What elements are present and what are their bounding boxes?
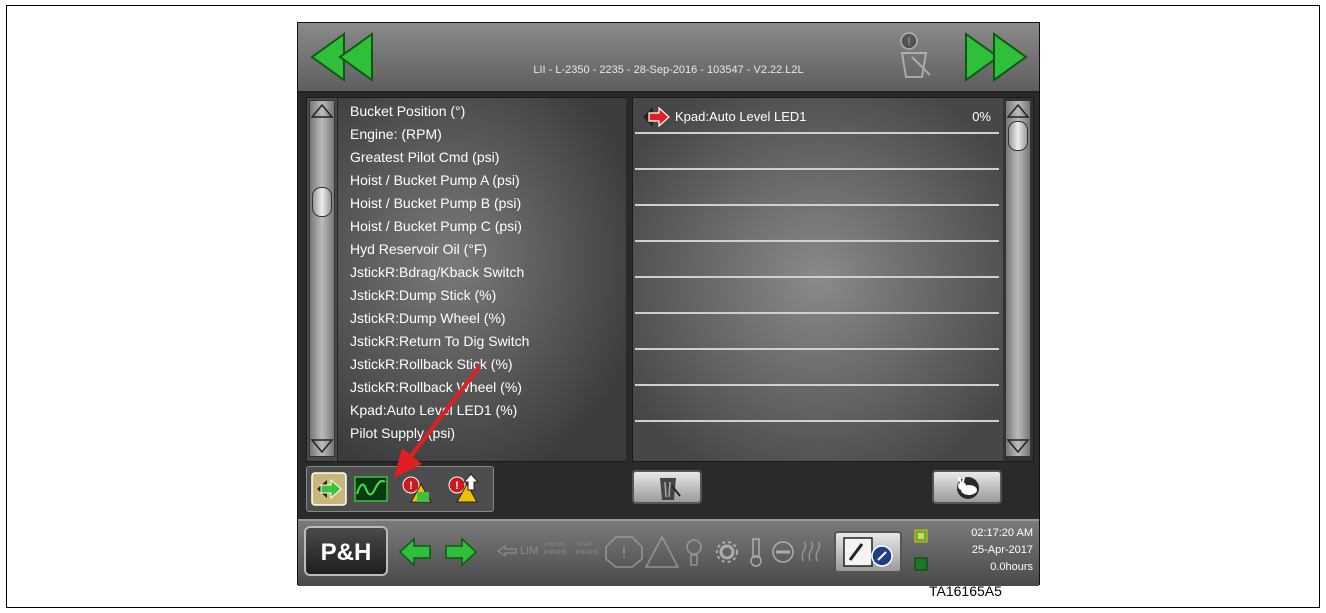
- stop-engine-indicator: STOP ENGINE: [576, 542, 600, 556]
- scroll-down-arrow-icon[interactable]: [1006, 438, 1030, 454]
- next-page-arrow-icon[interactable]: [960, 30, 1030, 84]
- header-bar: LII - L-2350 - 2235 - 28-Sep-2016 - 1035…: [298, 23, 1039, 93]
- list-item[interactable]: JstickR:Dump Wheel (%): [350, 308, 506, 328]
- row-value: 0%: [972, 109, 991, 124]
- clock-date: 25-Apr-2017: [971, 544, 1033, 556]
- svg-text:!: !: [455, 480, 459, 492]
- selected-signals-table: Kpad:Auto Level LED1 0%: [633, 98, 1003, 461]
- display-screen: LII - L-2350 - 2235 - 28-Sep-2016 - 1035…: [297, 22, 1040, 586]
- list-item[interactable]: JstickR:Rollback Stick (%): [350, 354, 513, 374]
- selected-list-scrollbar[interactable]: [1005, 100, 1031, 457]
- datetime-display: 02:17:20 AM 25-Apr-2017 0.0hours: [923, 525, 1033, 576]
- list-item[interactable]: Bucket Position (°): [350, 101, 465, 121]
- list-item[interactable]: Hoist / Bucket Pump A (psi): [350, 170, 520, 190]
- table-row[interactable]: [635, 172, 999, 206]
- rabbit-icon: [957, 476, 979, 499]
- right-arrow-icon[interactable]: [444, 537, 478, 567]
- list-item[interactable]: Hoist / Bucket Pump B (psi): [350, 193, 521, 213]
- left-arrow-icon[interactable]: [398, 537, 432, 567]
- gear-icon: [716, 541, 738, 563]
- table-row[interactable]: [635, 280, 999, 314]
- heater-icon: [801, 541, 821, 562]
- table-row[interactable]: Kpad:Auto Level LED1 0%: [635, 100, 999, 134]
- svg-text:!: !: [907, 36, 910, 48]
- temperature-icon: [750, 538, 762, 567]
- select-signal-icon[interactable]: [311, 472, 347, 506]
- signal-list-panel: Bucket Position (°) Engine: (RPM) Greate…: [306, 97, 626, 462]
- row-label: Kpad:Auto Level LED1: [675, 109, 807, 124]
- list-item[interactable]: Kpad:Auto Level LED1 (%): [350, 400, 517, 420]
- table-row[interactable]: [635, 388, 999, 422]
- list-item[interactable]: JstickR:Rollback Wheel (%): [350, 377, 522, 397]
- status-bar: P&H LIM CHECK ENGINE STOP ENGINE ! 02:17…: [298, 519, 1039, 586]
- scroll-up-arrow-icon[interactable]: [310, 103, 334, 119]
- trash-icon: [660, 478, 681, 500]
- scroll-down-arrow-icon[interactable]: [310, 438, 334, 454]
- scroll-thumb[interactable]: [1008, 121, 1028, 151]
- clear-selection-button[interactable]: [632, 470, 702, 504]
- fault-warning-icon[interactable]: !: [399, 472, 435, 506]
- warning-triangle-icon: [644, 535, 680, 568]
- selected-arrow-icon: [643, 106, 670, 128]
- table-row[interactable]: [635, 352, 999, 386]
- signal-list-scrollbar[interactable]: [309, 100, 335, 457]
- table-row[interactable]: [635, 424, 999, 458]
- fault-upload-icon[interactable]: !: [445, 472, 481, 506]
- lim-indicator: LIM: [520, 545, 539, 557]
- list-item[interactable]: JstickR:Bdrag/Kback Switch: [350, 262, 524, 282]
- oil-pressure-icon: [772, 541, 794, 563]
- speed-button[interactable]: [932, 470, 1002, 504]
- table-row[interactable]: [635, 244, 999, 278]
- list-item[interactable]: Greatest Pilot Cmd (psi): [350, 147, 499, 167]
- clock-time: 02:17:20 AM: [971, 527, 1033, 539]
- check-engine-indicator: CHECK ENGINE: [544, 542, 568, 556]
- trash-alert-icon[interactable]: !: [894, 31, 938, 79]
- list-item[interactable]: JstickR:Return To Dig Switch: [350, 331, 529, 351]
- svg-text:!: !: [409, 480, 413, 492]
- view-mode-toolbar: ! !: [306, 466, 494, 512]
- list-item[interactable]: Pilot Supply (psi): [350, 423, 455, 443]
- list-item[interactable]: Hyd Reservoir Oil (°F): [350, 239, 487, 259]
- scroll-up-arrow-icon[interactable]: [1006, 103, 1030, 119]
- table-row[interactable]: [635, 208, 999, 242]
- settings-button[interactable]: [834, 531, 902, 573]
- table-row[interactable]: [635, 136, 999, 170]
- signal-list: Bucket Position (°) Engine: (RPM) Greate…: [337, 98, 626, 461]
- figure-label: TA16165A5: [929, 583, 1002, 599]
- waveform-icon[interactable]: [353, 472, 389, 506]
- engine-hours: 0.0hours: [990, 561, 1033, 573]
- turn-signal-icon: [497, 545, 517, 557]
- light-icon: [686, 539, 702, 566]
- list-item[interactable]: Hoist / Bucket Pump C (psi): [350, 216, 522, 236]
- wrench-settings-icon: [843, 537, 893, 567]
- list-item[interactable]: JstickR:Dump Stick (%): [350, 285, 496, 305]
- scroll-thumb[interactable]: [312, 187, 332, 217]
- stop-octagon-icon: !: [605, 536, 643, 568]
- ph-logo: P&H: [304, 526, 388, 576]
- selected-signals-panel: Kpad:Auto Level LED1 0%: [632, 97, 1034, 462]
- svg-text:!: !: [622, 545, 626, 562]
- table-row[interactable]: [635, 316, 999, 350]
- list-item[interactable]: Engine: (RPM): [350, 124, 442, 144]
